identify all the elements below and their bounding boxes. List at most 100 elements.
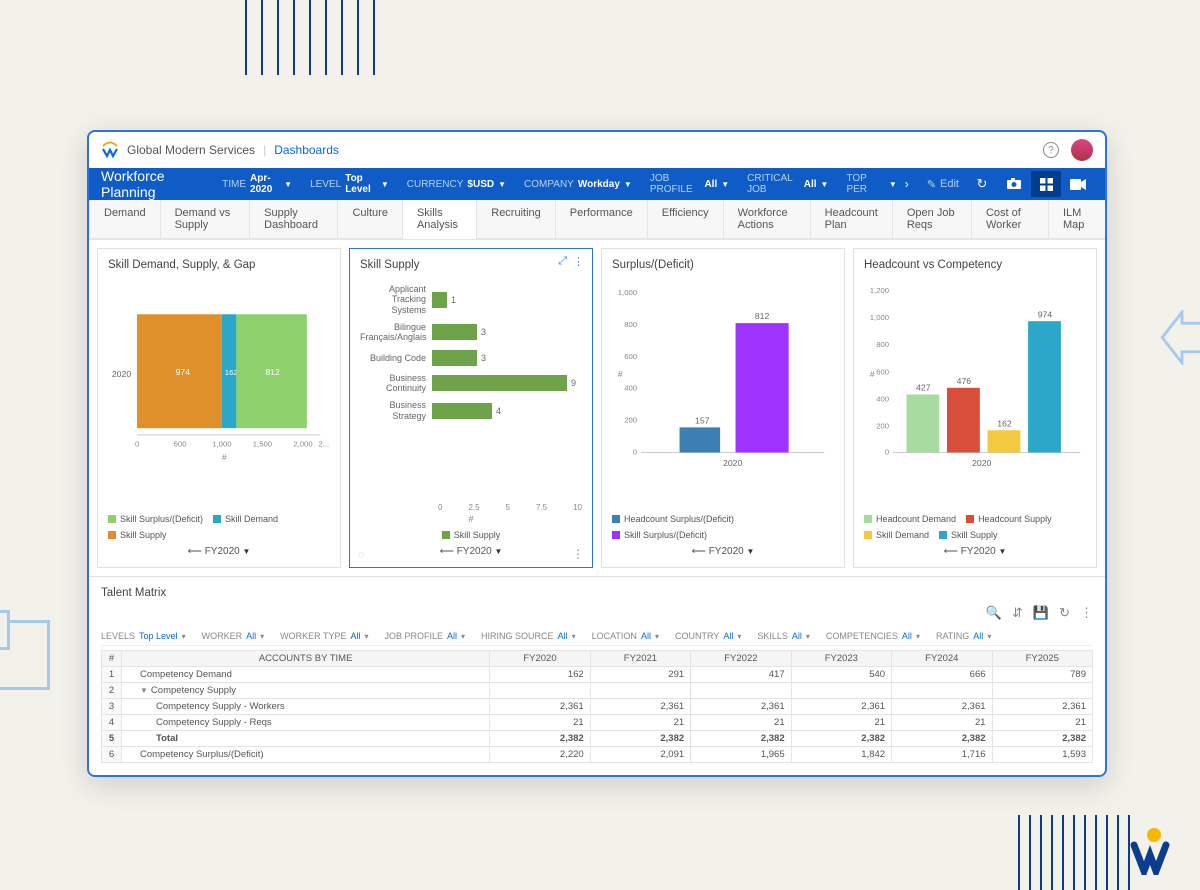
- matrix-filter-rating[interactable]: RATING All ▾: [936, 631, 991, 641]
- svg-text:800: 800: [624, 320, 637, 329]
- card-row: Skill Demand, Supply, & Gap 2020 974 162…: [89, 240, 1105, 576]
- svg-text:1,500: 1,500: [253, 439, 272, 448]
- svg-text:0: 0: [135, 439, 139, 448]
- svg-text:#: #: [222, 452, 227, 462]
- refresh-icon[interactable]: ↻: [1059, 605, 1070, 621]
- tab-efficiency[interactable]: Efficiency: [647, 200, 724, 239]
- tab-open-job-reqs[interactable]: Open Job Reqs: [892, 200, 972, 239]
- tab-headcount-plan[interactable]: Headcount Plan: [810, 200, 893, 239]
- svg-text:2,000: 2,000: [293, 439, 312, 448]
- more-icon[interactable]: ⋮: [573, 255, 584, 268]
- grid-view-icon[interactable]: [1031, 171, 1061, 197]
- camera-icon[interactable]: [999, 171, 1029, 197]
- tab-skills-analysis[interactable]: Skills Analysis: [402, 200, 477, 239]
- svg-text:600: 600: [876, 367, 889, 376]
- filter-currency[interactable]: CURRENCY $USD ▼: [407, 179, 506, 190]
- tab-ilm-map[interactable]: ILM Map: [1048, 200, 1106, 239]
- svg-text:0: 0: [885, 447, 889, 456]
- tab-workforce-actions[interactable]: Workforce Actions: [723, 200, 811, 239]
- breadcrumb-dashboards[interactable]: Dashboards: [274, 143, 339, 157]
- toggle-icon[interactable]: ⇵: [1012, 605, 1023, 621]
- svg-text:600: 600: [624, 352, 637, 361]
- card-foot-period[interactable]: ⟵ FY2020 ▼: [108, 546, 330, 557]
- matrix-filter-hiring source[interactable]: HIRING SOURCE All ▾: [481, 631, 576, 641]
- card-foot-period[interactable]: ⟵ FY2020 ▼: [360, 546, 582, 557]
- matrix-filter-worker type[interactable]: WORKER TYPE All ▾: [280, 631, 368, 641]
- svg-text:427: 427: [916, 383, 931, 393]
- card-surplus-deficit[interactable]: Surplus/(Deficit) 1,000 800 600 400 200 …: [601, 248, 845, 568]
- card-skill-demand-supply-gap[interactable]: Skill Demand, Supply, & Gap 2020 974 162…: [97, 248, 341, 568]
- svg-text:0: 0: [633, 447, 637, 456]
- matrix-filter-location[interactable]: LOCATION All ▾: [592, 631, 659, 641]
- filter-critical job[interactable]: CRITICAL JOB All ▼: [747, 173, 828, 195]
- card-skill-supply[interactable]: Skill Supply ⤢⋮ Applicant Tracking Syste…: [349, 248, 593, 568]
- refresh-icon[interactable]: ↻: [967, 171, 997, 197]
- card-headcount-vs-competency[interactable]: Headcount vs Competency 1,200 1,000 800 …: [853, 248, 1097, 568]
- tab-performance[interactable]: Performance: [555, 200, 648, 239]
- svg-text:812: 812: [755, 311, 770, 321]
- tab-culture[interactable]: Culture: [337, 200, 402, 239]
- edit-button[interactable]: ✎ Edit: [927, 178, 959, 191]
- svg-text:#: #: [618, 369, 623, 379]
- company-name: Global Modern Services: [127, 143, 255, 157]
- scroll-right-icon[interactable]: ›: [905, 177, 909, 191]
- svg-text:812: 812: [265, 367, 280, 377]
- filter-top per[interactable]: TOP PER ▼: [846, 173, 896, 195]
- help-icon[interactable]: ?: [1043, 142, 1059, 158]
- svg-text:157: 157: [695, 416, 710, 426]
- talent-matrix: Talent Matrix 🔍 ⇵ 💾 ↻ ⋮ LEVELS Top Level…: [89, 576, 1105, 775]
- svg-text:#: #: [870, 369, 875, 379]
- svg-text:476: 476: [957, 376, 972, 386]
- svg-text:800: 800: [876, 340, 889, 349]
- expand-icon[interactable]: ⤢: [558, 255, 567, 268]
- svg-text:200: 200: [876, 421, 889, 430]
- card-more-icon[interactable]: ⋮: [572, 547, 584, 561]
- card-foot-period[interactable]: ⟵ FY2020 ▼: [612, 546, 834, 557]
- svg-text:1,000: 1,000: [618, 288, 637, 297]
- data-table[interactable]: #ACCOUNTS BY TIMEFY2020FY2021FY2022FY202…: [101, 650, 1093, 763]
- filter-job profile[interactable]: JOB PROFILE All ▼: [650, 173, 729, 195]
- svg-text:2020: 2020: [972, 458, 991, 468]
- matrix-filter-skills[interactable]: SKILLS All ▾: [757, 631, 810, 641]
- video-icon[interactable]: [1063, 171, 1093, 197]
- filter-level[interactable]: LEVEL Top Level ▼: [310, 173, 389, 195]
- tab-recruiting[interactable]: Recruiting: [476, 200, 556, 239]
- svg-text:1,200: 1,200: [870, 286, 889, 295]
- svg-text:974: 974: [1038, 309, 1053, 319]
- workday-logo: [101, 141, 119, 159]
- more-icon[interactable]: ⋮: [1080, 605, 1093, 621]
- card-foot-period[interactable]: ⟵ FY2020 ▼: [864, 546, 1086, 557]
- topbar: Global Modern Services | Dashboards ?: [89, 132, 1105, 168]
- save-icon[interactable]: 💾: [1033, 605, 1049, 621]
- filter-company[interactable]: COMPANY Workday ▼: [524, 179, 632, 190]
- svg-text:500: 500: [174, 439, 187, 448]
- svg-text:1,000: 1,000: [870, 313, 889, 322]
- svg-text:1,000: 1,000: [212, 439, 231, 448]
- svg-text:2...: 2...: [318, 439, 329, 448]
- tab-demand-vs-supply[interactable]: Demand vs Supply: [160, 200, 251, 239]
- svg-text:400: 400: [876, 394, 889, 403]
- search-icon[interactable]: 🔍: [986, 605, 1002, 621]
- avatar[interactable]: [1071, 139, 1093, 161]
- matrix-filter-worker[interactable]: WORKER All ▾: [202, 631, 265, 641]
- matrix-filter-competencies[interactable]: COMPETENCIES All ▾: [826, 631, 920, 641]
- loading-icon: ◌: [358, 549, 365, 561]
- matrix-filter-levels[interactable]: LEVELS Top Level ▾: [101, 631, 186, 641]
- vertical-bar-chart: 1,000 800 600 400 200 0 # 157 812 2020: [612, 277, 834, 487]
- tab-demand[interactable]: Demand: [89, 200, 161, 239]
- matrix-filter-job profile[interactable]: JOB PROFILE All ▾: [385, 631, 466, 641]
- tab-cost-of-worker[interactable]: Cost of Worker: [971, 200, 1049, 239]
- tab-supply-dashboard[interactable]: Supply Dashboard: [249, 200, 338, 239]
- svg-text:400: 400: [624, 384, 637, 393]
- svg-text:162: 162: [225, 368, 238, 377]
- filter-time[interactable]: TIME Apr-2020 ▼: [222, 173, 292, 195]
- svg-text:200: 200: [624, 416, 637, 425]
- svg-text:2020: 2020: [112, 369, 131, 379]
- stacked-bar-chart: 2020 974 162 812 0 500 1,000 1,500 2,000…: [108, 277, 330, 477]
- svg-text:974: 974: [176, 367, 191, 377]
- matrix-filter-country[interactable]: COUNTRY All ▾: [675, 631, 741, 641]
- app-window: Global Modern Services | Dashboards ? Wo…: [87, 130, 1107, 777]
- vertical-bar-chart: 1,200 1,000 800 600 400 200 0 # 427 476 …: [864, 277, 1086, 487]
- svg-text:162: 162: [997, 418, 1012, 428]
- horizontal-bar-chart: Applicant Tracking Systems1Bilingue Fran…: [360, 277, 582, 499]
